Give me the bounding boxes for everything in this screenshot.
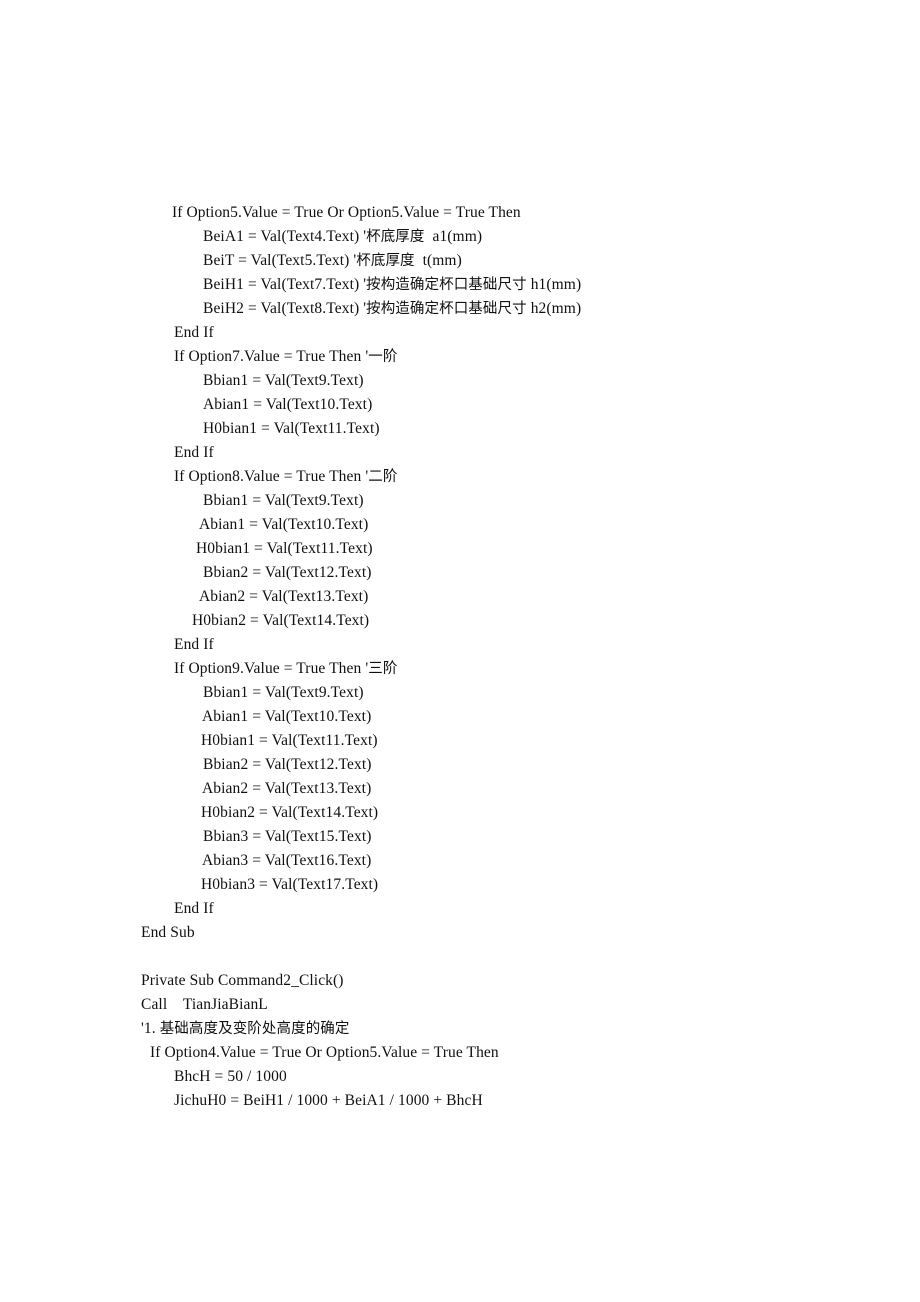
code-line: Bbian2 = Val(Text12.Text) bbox=[203, 564, 372, 581]
code-line: If Option9.Value = True Then '三阶 bbox=[174, 660, 398, 677]
code-line: Bbian2 = Val(Text12.Text) bbox=[203, 756, 372, 773]
code-line: If Option4.Value = True Or Option5.Value… bbox=[150, 1044, 499, 1061]
code-line: BeiA1 = Val(Text4.Text) '杯底厚度 a1(mm) bbox=[203, 228, 483, 245]
code-line: End If bbox=[174, 324, 214, 341]
code-line: H0bian1 = Val(Text11.Text) bbox=[201, 732, 378, 749]
code-line: Bbian1 = Val(Text9.Text) bbox=[203, 372, 364, 389]
code-line: Bbian3 = Val(Text15.Text) bbox=[203, 828, 372, 845]
code-line: H0bian2 = Val(Text14.Text) bbox=[192, 612, 370, 629]
cjk-run: 二阶 bbox=[368, 469, 398, 485]
code-line: End If bbox=[174, 444, 214, 461]
code-line: BeiH2 = Val(Text8.Text) '按构造确定杯口基础尺寸 h2(… bbox=[203, 300, 582, 317]
code-line: Abian1 = Val(Text10.Text) bbox=[199, 516, 369, 533]
code-line: Abian2 = Val(Text13.Text) bbox=[199, 588, 369, 605]
cjk-run: 按构造确定杯口基础尺寸 bbox=[366, 277, 527, 293]
code-line: H0bian2 = Val(Text14.Text) bbox=[201, 804, 379, 821]
code-line: Abian1 = Val(Text10.Text) bbox=[202, 708, 372, 725]
cjk-run: 三阶 bbox=[368, 661, 398, 677]
code-line: End Sub bbox=[141, 924, 195, 941]
code-line: Abian3 = Val(Text16.Text) bbox=[202, 852, 372, 869]
code-line: BeiH1 = Val(Text7.Text) '按构造确定杯口基础尺寸 h1(… bbox=[203, 276, 582, 293]
code-line: Bbian1 = Val(Text9.Text) bbox=[203, 492, 364, 509]
code-line: BeiT = Val(Text5.Text) '杯底厚度 t(mm) bbox=[203, 252, 462, 269]
code-line: H0bian3 = Val(Text17.Text) bbox=[201, 876, 379, 893]
cjk-run: 按构造确定杯口基础尺寸 bbox=[366, 301, 527, 317]
code-line: BhcH = 50 / 1000 bbox=[174, 1068, 287, 1085]
code-line: Call TianJiaBianL bbox=[141, 996, 268, 1013]
code-line: Bbian1 = Val(Text9.Text) bbox=[203, 684, 364, 701]
code-line: H0bian1 = Val(Text11.Text) bbox=[196, 540, 373, 557]
cjk-run: 杯底厚度 bbox=[366, 229, 425, 245]
code-line: Private Sub Command2_Click() bbox=[141, 972, 344, 989]
code-line: End If bbox=[174, 900, 214, 917]
code-line: If Option5.Value = True Or Option5.Value… bbox=[172, 204, 521, 221]
document-page: If Option5.Value = True Or Option5.Value… bbox=[0, 0, 920, 1302]
cjk-run: 一阶 bbox=[368, 349, 398, 365]
code-line: Abian1 = Val(Text10.Text) bbox=[203, 396, 373, 413]
code-line: H0bian1 = Val(Text11.Text) bbox=[203, 420, 380, 437]
cjk-run: 基础高度及变阶处高度的确定 bbox=[159, 1021, 350, 1037]
code-line: Abian2 = Val(Text13.Text) bbox=[202, 780, 372, 797]
code-line: If Option8.Value = True Then '二阶 bbox=[174, 468, 398, 485]
cjk-run: 杯底厚度 bbox=[356, 253, 415, 269]
code-line: End If bbox=[174, 636, 214, 653]
code-line: '1. 基础高度及变阶处高度的确定 bbox=[141, 1020, 350, 1037]
code-line: If Option7.Value = True Then '一阶 bbox=[174, 348, 398, 365]
code-line: JichuH0 = BeiH1 / 1000 + BeiA1 / 1000 + … bbox=[174, 1092, 483, 1109]
